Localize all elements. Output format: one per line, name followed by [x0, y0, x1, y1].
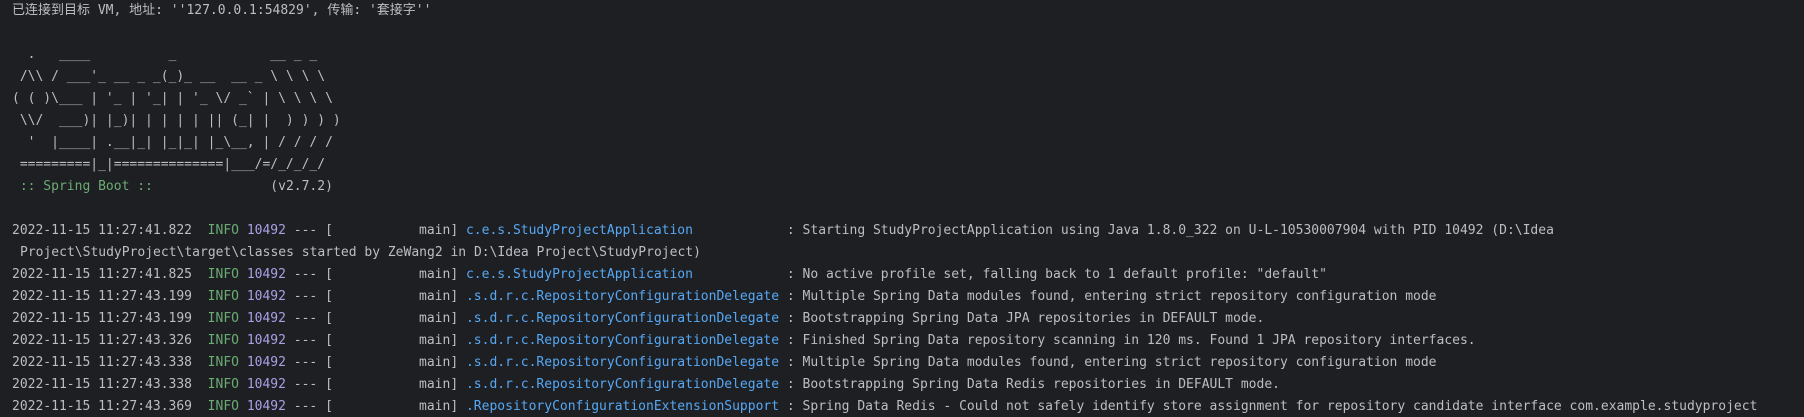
log-thread: main] — [419, 311, 459, 326]
log-thread: main] — [419, 355, 459, 370]
log-separator: --- [ — [293, 289, 333, 304]
log-logger[interactable]: c.e.s.StudyProjectApplication — [466, 223, 693, 238]
log-separator: --- [ — [293, 355, 333, 370]
log-level: INFO — [207, 223, 239, 238]
log-timestamp: 2022-11-15 11:27:43.326 — [12, 333, 193, 348]
connection-message: 已连接到目标 VM, 地址: ''127.0.0.1:54829', 传输: '… — [12, 3, 432, 18]
log-output: 2022-11-15 11:27:41.822 INFO 10492 --- [… — [12, 220, 1792, 417]
log-pid: 10492 — [246, 289, 286, 304]
log-timestamp: 2022-11-15 11:27:43.199 — [12, 289, 193, 304]
log-timestamp: 2022-11-15 11:27:43.338 — [12, 355, 193, 370]
log-level: INFO — [207, 377, 239, 392]
log-pid: 10492 — [246, 399, 286, 414]
log-level: INFO — [207, 333, 239, 348]
log-message: : Spring Data Redis - Could not safely i… — [786, 399, 1758, 414]
log-timestamp: 2022-11-15 11:27:43.199 — [12, 311, 193, 326]
log-thread: main] — [419, 223, 459, 238]
log-line: 2022-11-15 11:27:41.822 INFO 10492 --- [… — [12, 220, 1792, 242]
log-line: 2022-11-15 11:27:43.369 INFO 10492 --- [… — [12, 396, 1792, 417]
run-console[interactable]: 已连接到目标 VM, 地址: ''127.0.0.1:54829', 传输: '… — [0, 0, 1804, 417]
log-message: : Multiple Spring Data modules found, en… — [786, 355, 1437, 370]
log-pid: 10492 — [246, 355, 286, 370]
banner-art-line: . ____ _ __ _ _ — [12, 47, 318, 62]
log-logger[interactable]: .s.d.r.c.RepositoryConfigurationDelegate — [466, 333, 779, 348]
log-line: 2022-11-15 11:27:43.338 INFO 10492 --- [… — [12, 352, 1792, 374]
log-pid: 10492 — [246, 267, 286, 282]
log-timestamp: 2022-11-15 11:27:43.369 — [12, 399, 193, 414]
log-separator: --- [ — [293, 223, 333, 238]
log-logger[interactable]: .s.d.r.c.RepositoryConfigurationDelegate — [466, 311, 779, 326]
spring-banner: . ____ _ __ _ _ /\\ / ___'_ __ _ _(_)_ _… — [12, 44, 1792, 198]
log-level: INFO — [207, 399, 239, 414]
log-thread: main] — [419, 289, 459, 304]
log-line: 2022-11-15 11:27:43.326 INFO 10492 --- [… — [12, 330, 1792, 352]
log-message: : Bootstrapping Spring Data Redis reposi… — [786, 377, 1280, 392]
log-message-continuation: Project\StudyProject\target\classes star… — [20, 245, 701, 260]
banner-art-line: \\/ ___)| |_)| | | | | || (_| | ) ) ) ) — [12, 113, 341, 128]
log-thread: main] — [419, 267, 459, 282]
log-thread: main] — [419, 399, 459, 414]
banner-art-line: ' |____| .__|_| |_|_| |_\__, | / / / / — [12, 135, 333, 150]
log-level: INFO — [207, 355, 239, 370]
log-pid: 10492 — [246, 311, 286, 326]
log-separator: --- [ — [293, 399, 333, 414]
spring-boot-version: (v2.7.2) — [270, 179, 333, 194]
banner-art-line: ( ( )\___ | '_ | '_| | '_ \/ _` | \ \ \ … — [12, 91, 333, 106]
log-separator: --- [ — [293, 333, 333, 348]
log-separator: --- [ — [293, 377, 333, 392]
log-logger[interactable]: .s.d.r.c.RepositoryConfigurationDelegate — [466, 289, 779, 304]
log-thread: main] — [419, 333, 459, 348]
log-line: 2022-11-15 11:27:43.199 INFO 10492 --- [… — [12, 308, 1792, 330]
banner-art-line: /\\ / ___'_ __ _ _(_)_ __ __ _ \ \ \ \ — [12, 69, 326, 84]
log-line: 2022-11-15 11:27:43.199 INFO 10492 --- [… — [12, 286, 1792, 308]
log-logger[interactable]: .s.d.r.c.RepositoryConfigurationDelegate — [466, 377, 779, 392]
log-logger[interactable]: c.e.s.StudyProjectApplication — [466, 267, 693, 282]
log-thread: main] — [419, 377, 459, 392]
log-pid: 10492 — [246, 377, 286, 392]
banner-art-line: =========|_|==============|___/=/_/_/_/ — [12, 157, 326, 172]
log-pid: 10492 — [246, 223, 286, 238]
log-separator: --- [ — [293, 267, 333, 282]
log-logger[interactable]: .s.d.r.c.RepositoryConfigurationDelegate — [466, 355, 779, 370]
log-message: : Starting StudyProjectApplication using… — [786, 223, 1554, 238]
log-message: : Multiple Spring Data modules found, en… — [786, 289, 1437, 304]
log-timestamp: 2022-11-15 11:27:41.825 — [12, 267, 193, 282]
log-line: 2022-11-15 11:27:41.825 INFO 10492 --- [… — [12, 264, 1792, 286]
log-logger[interactable]: .RepositoryConfigurationExtensionSupport — [466, 399, 779, 414]
log-level: INFO — [207, 267, 239, 282]
log-message: : Finished Spring Data repository scanni… — [786, 333, 1476, 348]
banner-version-line: :: Spring Boot :: (v2.7.2) — [12, 176, 1792, 198]
log-separator: --- [ — [293, 311, 333, 326]
log-pid: 10492 — [246, 333, 286, 348]
spring-boot-label: :: Spring Boot :: — [12, 179, 153, 194]
log-line: 2022-11-15 11:27:43.338 INFO 10492 --- [… — [12, 374, 1792, 396]
log-timestamp: 2022-11-15 11:27:41.822 — [12, 223, 193, 238]
log-message: : Bootstrapping Spring Data JPA reposito… — [786, 311, 1265, 326]
log-message: : No active profile set, falling back to… — [786, 267, 1327, 282]
log-level: INFO — [207, 289, 239, 304]
log-level: INFO — [207, 311, 239, 326]
log-timestamp: 2022-11-15 11:27:43.338 — [12, 377, 193, 392]
